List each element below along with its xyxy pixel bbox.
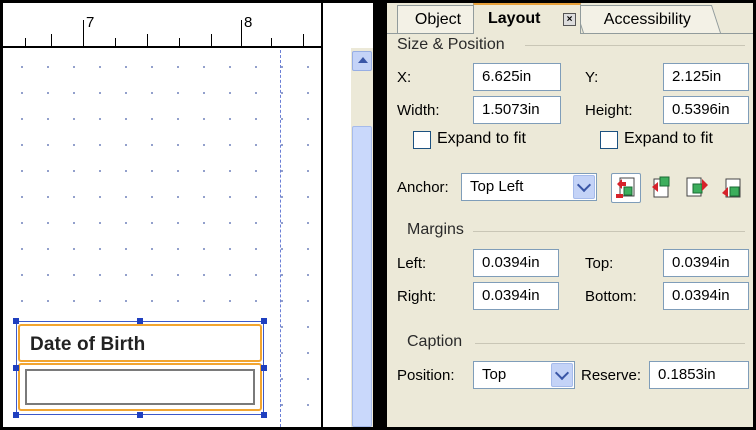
tab-object[interactable]: Object — [397, 5, 479, 33]
y-input[interactable]: 2.125in — [663, 63, 749, 91]
margin-left-label: Left: — [397, 255, 427, 272]
tab-layout[interactable]: Layout × — [473, 3, 581, 34]
ruler-tick — [303, 34, 304, 46]
ruler-label: 7 — [86, 14, 95, 31]
anchor-top-left-button[interactable] — [611, 173, 641, 203]
scroll-up-button[interactable] — [352, 51, 372, 71]
height-input[interactable]: 0.5396in — [663, 96, 749, 124]
margin-left-input[interactable]: 0.0394in — [473, 249, 559, 277]
field-input[interactable] — [25, 369, 255, 405]
anchor-top-right-button[interactable] — [648, 173, 678, 203]
caption-reserve-input[interactable]: 0.1853in — [649, 361, 749, 389]
anchor-select[interactable]: Top Left — [461, 173, 597, 201]
height-label: Height: — [585, 102, 633, 119]
ruler-tick — [241, 20, 242, 46]
y-label: Y: — [585, 69, 599, 86]
anchor-label: Anchor: — [397, 179, 449, 196]
caption-reserve-label: Reserve: — [581, 367, 642, 384]
resize-handle-top-right[interactable] — [261, 318, 267, 324]
canvas-edge — [321, 3, 323, 427]
ruler-tick — [147, 34, 148, 46]
tab-accessibility[interactable]: Accessibility — [573, 5, 721, 33]
scrollbar-thumb[interactable] — [352, 126, 372, 427]
layout-properties-panel: Accessibility Object Layout × Size & Pos… — [387, 3, 753, 427]
checkbox-box[interactable] — [600, 131, 618, 149]
ruler-tick — [83, 20, 84, 46]
resize-handle-top-left[interactable] — [13, 318, 19, 324]
checkbox-box[interactable] — [413, 131, 431, 149]
ruler-tick — [211, 34, 212, 46]
anchor-bottom-right-button[interactable] — [718, 173, 748, 203]
panel-tabs: Accessibility Object Layout × — [387, 3, 753, 34]
chevron-down-icon[interactable] — [551, 363, 573, 387]
design-canvas[interactable]: 7 8 Date of Birth — [3, 3, 373, 427]
resize-handle-left[interactable] — [13, 365, 19, 371]
vertical-scrollbar[interactable] — [351, 48, 373, 427]
caption-position-label: Position: — [397, 367, 455, 384]
resize-handle-bottom-right[interactable] — [261, 412, 267, 418]
ruler-tick — [51, 34, 52, 46]
section-divider — [473, 231, 745, 232]
ruler-tick — [25, 38, 26, 46]
margin-top-input[interactable]: 0.0394in — [663, 249, 749, 277]
margin-guide-line — [280, 50, 281, 427]
section-divider — [475, 343, 745, 344]
resize-handle-bottom[interactable] — [137, 412, 143, 418]
horizontal-ruler: 7 8 — [3, 3, 321, 48]
width-input[interactable]: 1.5073in — [473, 96, 561, 124]
field-caption-area[interactable]: Date of Birth — [18, 324, 262, 362]
margins-heading: Margins — [407, 221, 464, 238]
ruler-tick — [115, 38, 116, 46]
margin-right-input[interactable]: 0.0394in — [473, 282, 559, 310]
margin-right-label: Right: — [397, 288, 437, 305]
resize-handle-bottom-left[interactable] — [13, 412, 19, 418]
resize-handle-top[interactable] — [137, 318, 143, 324]
size-position-heading: Size & Position — [397, 36, 505, 53]
margin-bottom-label: Bottom: — [585, 288, 637, 305]
resize-handle-right[interactable] — [261, 365, 267, 371]
x-input[interactable]: 6.625in — [473, 63, 561, 91]
caption-position-select[interactable]: Top — [473, 361, 575, 389]
anchor-bottom-right-icon — [722, 178, 741, 198]
ruler-tick — [179, 38, 180, 46]
field-content-area[interactable] — [18, 363, 262, 411]
ruler-label: 8 — [244, 14, 253, 31]
ruler-tick — [271, 38, 272, 46]
date-of-birth-field[interactable]: Date of Birth — [13, 318, 267, 418]
anchor-bottom-left-button[interactable] — [682, 173, 712, 203]
margin-bottom-input[interactable]: 0.0394in — [663, 282, 749, 310]
section-divider — [525, 45, 745, 46]
anchor-bottom-left-icon — [686, 177, 708, 197]
width-label: Width: — [397, 102, 440, 119]
chevron-down-icon[interactable] — [573, 175, 595, 199]
anchor-top-left-icon — [616, 177, 635, 198]
anchor-top-right-icon — [652, 176, 670, 198]
field-caption: Date of Birth — [30, 334, 146, 355]
close-tab-icon[interactable]: × — [563, 13, 576, 26]
caption-heading: Caption — [407, 333, 463, 350]
x-label: X: — [397, 69, 412, 86]
margin-top-label: Top: — [585, 255, 614, 272]
